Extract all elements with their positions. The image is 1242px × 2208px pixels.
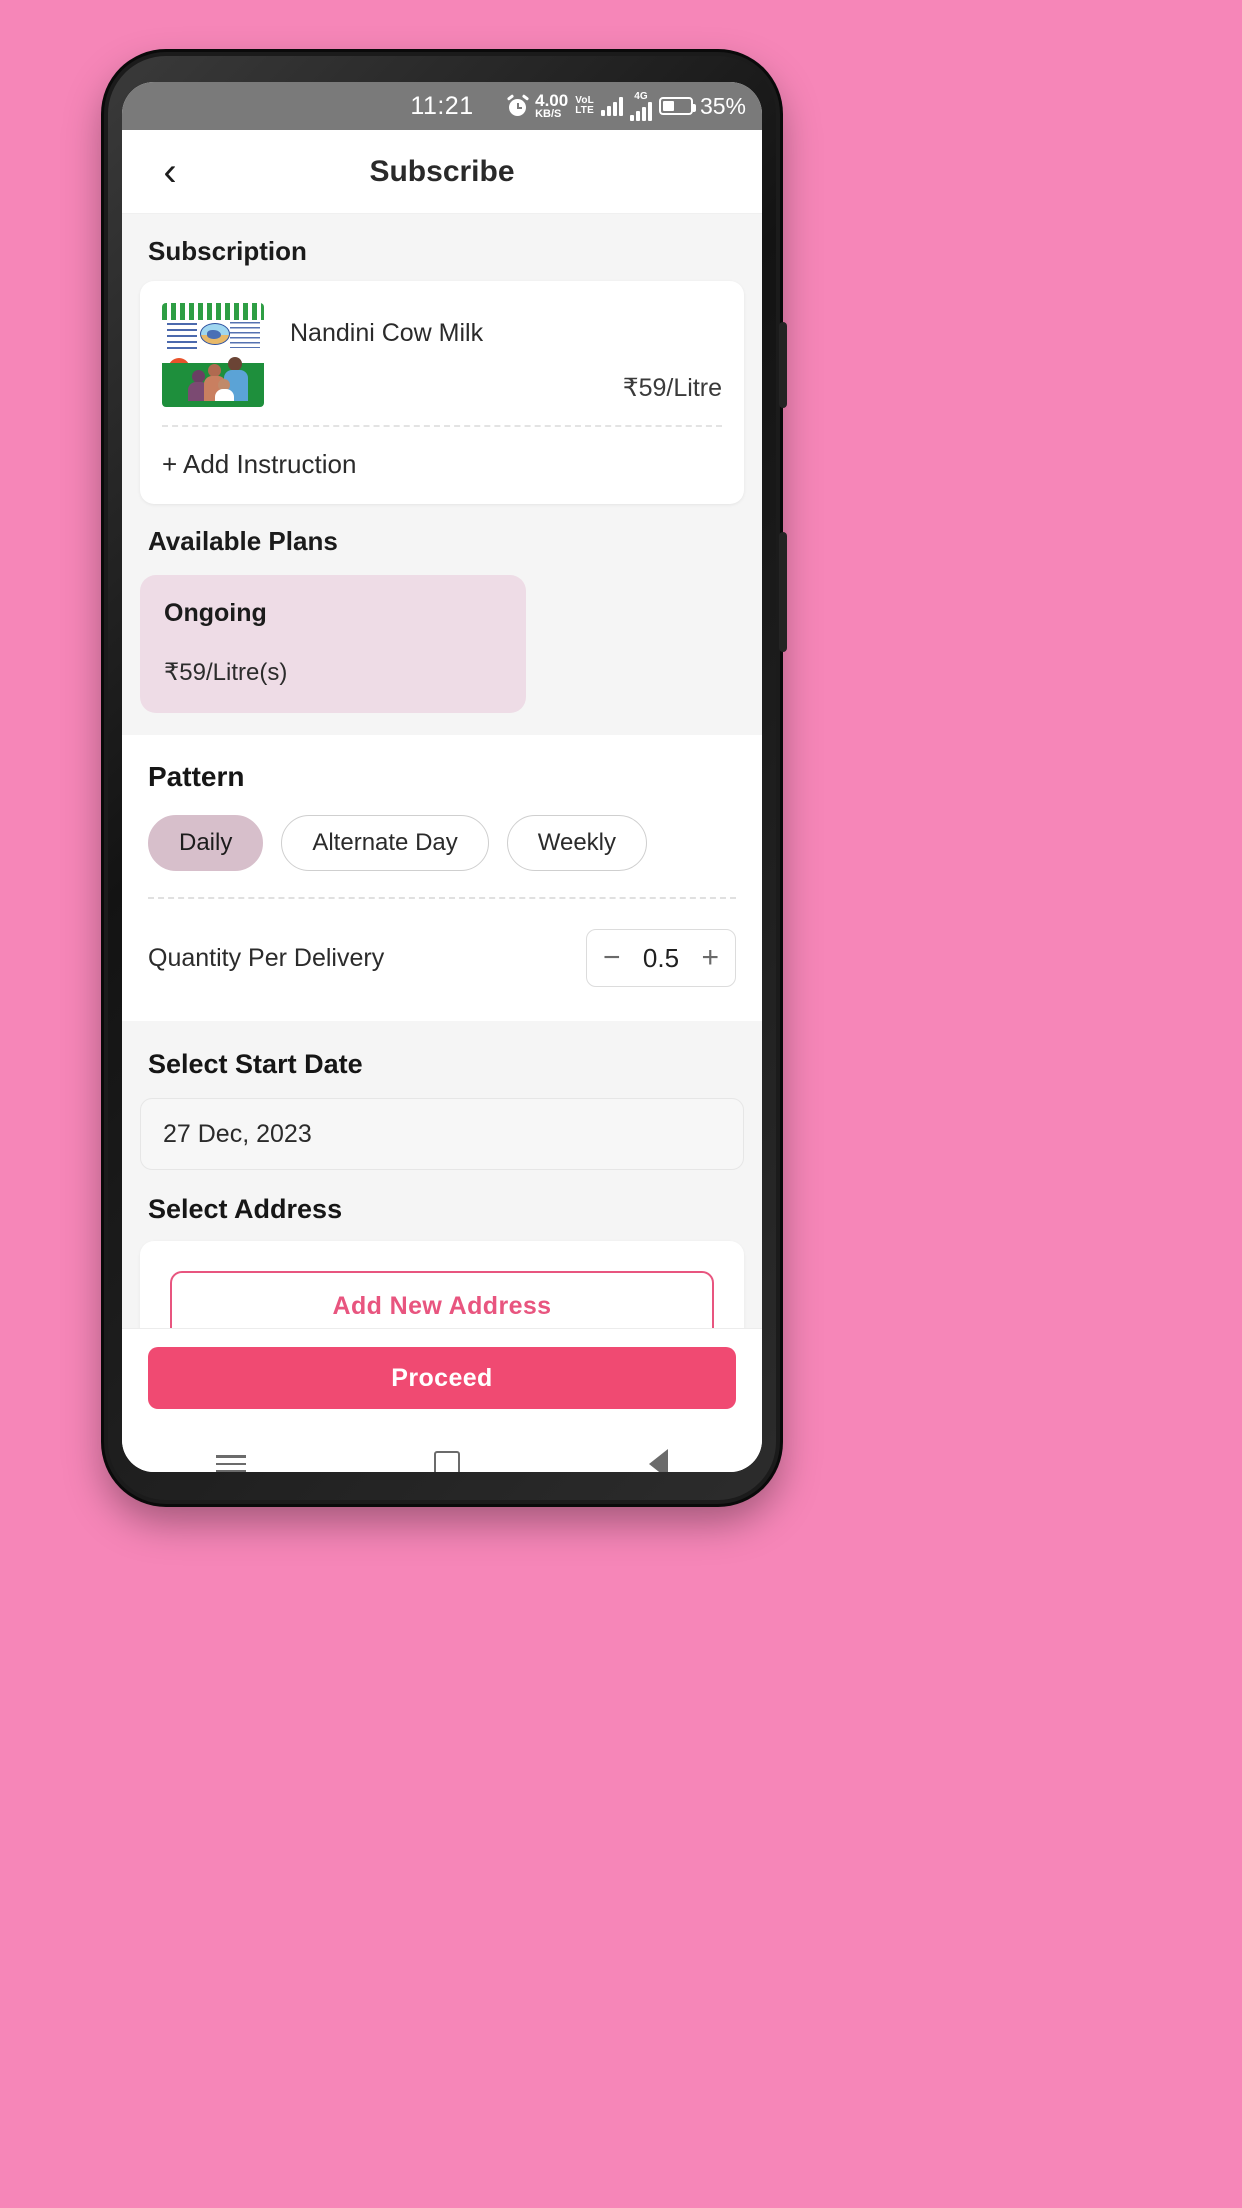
add-instruction-button[interactable]: + Add Instruction (140, 427, 744, 504)
available-plans-title: Available Plans (148, 526, 338, 556)
network-type-label: 4G (634, 90, 648, 102)
date-address-section: Select Start Date 27 Dec, 2023 Select Ad… (122, 1021, 762, 1328)
plus-icon[interactable]: + (701, 943, 719, 973)
volte-icon: VoL LTE (575, 95, 594, 117)
address-title: Select Address (148, 1194, 343, 1224)
start-date-field[interactable]: 27 Dec, 2023 (140, 1098, 744, 1170)
menu-icon[interactable] (216, 1455, 247, 1472)
pattern-chip-alternate-day[interactable]: Alternate Day (281, 815, 489, 871)
plan-price: ₹59/Litre(s) (164, 659, 288, 686)
page-title: Subscribe (369, 154, 515, 188)
triangle-back-icon[interactable] (648, 1449, 668, 1472)
proceed-button[interactable]: Proceed (148, 1347, 736, 1409)
power-button[interactable] (779, 322, 787, 408)
footer-bar: Proceed (122, 1328, 762, 1427)
quantity-row: Quantity Per Delivery − 0.5 + (122, 899, 762, 1021)
phone-screen: 11:21 4.00 KB/S VoL LTE 4G 35% ‹ Subscri… (122, 82, 762, 1472)
plan-name: Ongoing (164, 599, 267, 627)
product-price: ₹59/Litre (622, 374, 722, 402)
start-date-title: Select Start Date (148, 1049, 363, 1079)
quantity-value: 0.5 (642, 942, 680, 973)
alarm-clock-icon (506, 94, 530, 116)
data-speed-unit: KB/S (535, 108, 562, 120)
minus-icon[interactable]: − (603, 943, 621, 973)
volte-line-2: LTE (575, 105, 594, 116)
network-type-indicator: 4G (629, 90, 652, 121)
address-card: Add New Address (140, 1241, 744, 1328)
status-icons: 4.00 KB/S VoL LTE 4G 35% (506, 90, 746, 121)
data-speed-indicator: 4.00 KB/S (535, 92, 568, 120)
signal-bars-icon (600, 96, 623, 116)
product-image (162, 303, 264, 407)
pattern-chip-daily[interactable]: Daily (148, 815, 264, 871)
subscription-section-title: Subscription (148, 236, 307, 266)
android-nav-bar (122, 1427, 762, 1472)
pattern-section: Pattern Daily Alternate Day Weekly Quant… (122, 735, 762, 1021)
product-info: Nandini Cow Milk ₹59/Litre (264, 303, 722, 407)
plan-card-ongoing[interactable]: Ongoing ₹59/Litre(s) (140, 575, 526, 713)
product-card: Nandini Cow Milk ₹59/Litre + Add Instruc… (140, 281, 744, 504)
screenshot-stage: 11:21 4.00 KB/S VoL LTE 4G 35% ‹ Subscri… (0, 0, 1242, 2208)
battery-icon (658, 97, 696, 115)
pattern-title: Pattern (148, 761, 245, 792)
add-new-address-button[interactable]: Add New Address (170, 1271, 714, 1328)
battery-percent: 35% (699, 92, 746, 119)
back-button[interactable]: ‹ (148, 150, 192, 194)
quantity-label: Quantity Per Delivery (148, 943, 385, 972)
quantity-stepper[interactable]: − 0.5 + (586, 929, 736, 987)
volume-button[interactable] (779, 532, 787, 652)
product-row: Nandini Cow Milk ₹59/Litre (140, 281, 744, 419)
app-header: ‹ Subscribe (122, 130, 762, 214)
status-bar: 11:21 4.00 KB/S VoL LTE 4G 35% (122, 82, 762, 130)
signal-bars-icon-2 (629, 101, 652, 121)
pattern-chip-weekly[interactable]: Weekly (506, 815, 647, 871)
square-home-icon[interactable] (434, 1451, 461, 1472)
data-speed-value: 4.00 (535, 91, 569, 110)
product-name: Nandini Cow Milk (290, 319, 484, 347)
pattern-chips: Daily Alternate Day Weekly (122, 793, 762, 897)
page-body: Subscription Nandini Cow Milk ₹59/Litre … (122, 214, 762, 1328)
